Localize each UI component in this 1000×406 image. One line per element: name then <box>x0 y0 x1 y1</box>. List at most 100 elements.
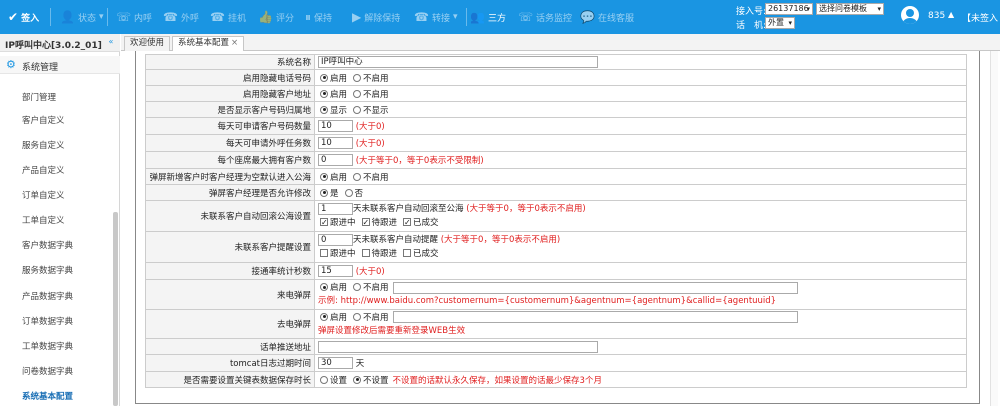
internal-call-button[interactable]: ☏ 内呼 <box>116 0 152 34</box>
remind-deal-checkbox[interactable] <box>403 249 412 257</box>
show-region-show-radio[interactable] <box>320 105 328 114</box>
tomcat-days-input[interactable]: 30 <box>318 357 353 370</box>
separator <box>466 8 467 26</box>
remind-days-input[interactable]: 0 <box>318 233 353 246</box>
incoming-enable-radio[interactable] <box>320 283 328 291</box>
three-way-button[interactable]: 👥 三方 <box>470 0 506 34</box>
rating-button[interactable]: 👍 评分 <box>258 0 294 34</box>
unhold-button[interactable]: ▶ 解除保持 <box>352 0 400 34</box>
separator <box>107 8 108 26</box>
transfer-button[interactable]: ☎ 转接 ▾ <box>414 0 458 34</box>
content-scrollbar[interactable] <box>990 51 998 406</box>
table-row: 是否需要设置关键表数据保存时长 设置 不设置 不设置的话默认永久保存，如果设置的话最… <box>145 371 967 388</box>
hide-phone-enable-radio[interactable] <box>320 73 328 82</box>
incoming-url-input[interactable] <box>392 281 798 294</box>
sidebar-item-product-custom[interactable]: 产品自定义 <box>22 164 65 176</box>
hangup-button[interactable]: ☎ 挂机 <box>210 0 246 34</box>
push-addr-input[interactable] <box>318 340 598 353</box>
sidebar-section-system[interactable]: ⚙ 系统管理 <box>0 56 120 74</box>
close-icon[interactable]: × <box>231 38 238 48</box>
hide-phone-disable-radio[interactable] <box>353 73 362 82</box>
online-service-button[interactable]: 💬 在线客服 <box>580 0 634 34</box>
separator <box>50 8 51 26</box>
caret-up-icon[interactable]: ▲ <box>948 10 954 19</box>
outgoing-hint: 弹屏设置修改后需要重新登录WEB生效 <box>318 325 466 336</box>
following-checkbox[interactable] <box>320 216 328 230</box>
sidebar-item-customer-custom[interactable]: 客户自定义 <box>22 114 65 126</box>
chevron-down-icon: ▾ <box>452 12 458 22</box>
sidebar-item-ticket-dict[interactable]: 工单数据字典 <box>22 340 73 352</box>
popup-pool-enable-radio[interactable] <box>320 172 328 181</box>
outgoing-disable-radio[interactable] <box>353 312 362 321</box>
popup-pool-disable-radio[interactable] <box>353 172 362 181</box>
monitor-icon: ☏ <box>518 10 534 24</box>
checkin-button[interactable]: ✔ 签入 <box>8 0 39 34</box>
play-icon: ▶ <box>352 10 362 24</box>
sidebar-item-survey-dict[interactable]: 问卷数据字典 <box>22 365 73 377</box>
survey-template-select[interactable]: 选择问卷模板 ▾ <box>816 3 884 15</box>
status-button[interactable]: 👤 状态 ▾ <box>60 0 104 34</box>
sidebar-item-order-dict[interactable]: 订单数据字典 <box>22 315 73 327</box>
deal-checkbox[interactable] <box>403 216 412 230</box>
chevron-down-icon: ▾ <box>788 19 792 27</box>
sidebar-item-product-dict[interactable]: 产品数据字典 <box>22 290 73 302</box>
chevron-down-icon: ▾ <box>806 5 810 13</box>
sidebar-item-system-config[interactable]: 系统基本配置 <box>22 390 73 402</box>
popup-manager-label: 弹屏客户经理是否允许修改 <box>145 184 315 201</box>
max-clients-input[interactable]: 0 <box>318 154 353 167</box>
connect-rate-label: 接通率统计秒数 <box>145 262 315 280</box>
phone-label: 话 机: <box>736 21 767 31</box>
table-row: 启用隐藏客户地址 启用 不启用 <box>145 85 967 102</box>
incoming-disable-radio[interactable] <box>353 283 362 291</box>
pending-checkbox[interactable] <box>361 216 370 230</box>
connect-rate-input[interactable]: 15 <box>318 265 353 278</box>
avatar[interactable] <box>901 6 919 24</box>
sidebar-item-order-custom[interactable]: 订单自定义 <box>22 189 65 201</box>
keylog-label: 是否需要设置关键表数据保存时长 <box>145 371 315 388</box>
hold-button[interactable]: ⏸ 保持 <box>305 0 332 34</box>
outgoing-popup-label: 去电弹屏 <box>145 309 315 339</box>
remind-pending-checkbox[interactable] <box>361 249 370 257</box>
sidebar-item-service-dict[interactable]: 服务数据字典 <box>22 264 73 276</box>
access-number-label: 接入号: <box>736 7 767 17</box>
config-table: 系统名称 IP呼叫中心 启用隐藏电话号码 启用 不启用 启用隐藏客户地址 启用 不启… <box>145 54 967 388</box>
sidebar-item-service-custom[interactable]: 服务自定义 <box>22 139 65 151</box>
tab-welcome[interactable]: 欢迎使用 <box>124 36 171 51</box>
daily-task-input[interactable]: 10 <box>318 137 353 150</box>
phone-select[interactable]: 外置 ▾ <box>765 17 795 29</box>
keylog-notset-radio[interactable] <box>353 375 362 384</box>
sidebar-scrollbar[interactable] <box>113 212 118 406</box>
popup-manager-no-radio[interactable] <box>344 188 353 197</box>
system-name-input[interactable]: IP呼叫中心 <box>318 56 598 68</box>
table-row: 弹屏新增客户时客户经理为空默认进入公海 启用 不启用 <box>145 168 967 185</box>
hide-addr-disable-radio[interactable] <box>353 89 362 98</box>
auto-return-label: 未联系客户自动回滚公海设置 <box>145 200 315 232</box>
chevron-down-icon: ▾ <box>98 12 104 22</box>
hangup-icon: ☎ <box>210 10 225 24</box>
table-row: 去电弹屏 启用 不启用 弹屏设置修改后需要重新登录WEB生效 <box>145 309 967 339</box>
popup-manager-yes-radio[interactable] <box>320 188 328 197</box>
daily-apply-input[interactable]: 10 <box>318 120 353 133</box>
gear-icon: ⚙ <box>6 58 16 71</box>
keylog-set-radio[interactable] <box>320 375 328 384</box>
table-row: 是否显示客户号码归属地 显示 不显示 <box>145 101 967 118</box>
hide-addr-enable-radio[interactable] <box>320 89 328 98</box>
show-region-hide-radio[interactable] <box>353 105 362 114</box>
chevron-down-icon: ▾ <box>877 5 881 13</box>
tab-system-config[interactable]: 系统基本配置 × <box>172 36 245 52</box>
sidebar-item-customer-dict[interactable]: 客户数据字典 <box>22 239 73 251</box>
remind-following-checkbox[interactable] <box>320 249 328 257</box>
sidebar-item-dept[interactable]: 部门管理 <box>22 91 56 103</box>
monitor-button[interactable]: ☏ 话务监控 <box>518 0 572 34</box>
outgoing-url-input[interactable] <box>392 311 798 323</box>
sidebar: IP呼叫中心[3.0.2_01] « ⚙ 系统管理 部门管理 客户自定义 服务自… <box>0 34 120 406</box>
max-clients-label: 每个座席最大拥有客户数 <box>145 151 315 169</box>
sidebar-item-ticket-custom[interactable]: 工单自定义 <box>22 214 65 226</box>
remind-label: 未联系客户提醒设置 <box>145 231 315 263</box>
outgoing-enable-radio[interactable] <box>320 312 328 321</box>
auto-return-days-input[interactable]: 1 <box>318 202 353 215</box>
external-call-button[interactable]: ☎ 外呼 <box>163 0 199 34</box>
access-number-select[interactable]: 26137186 ▾ <box>765 3 813 15</box>
collapse-icon[interactable]: « <box>106 37 116 47</box>
tomcat-label: tomcat日志过期时间 <box>145 354 315 372</box>
